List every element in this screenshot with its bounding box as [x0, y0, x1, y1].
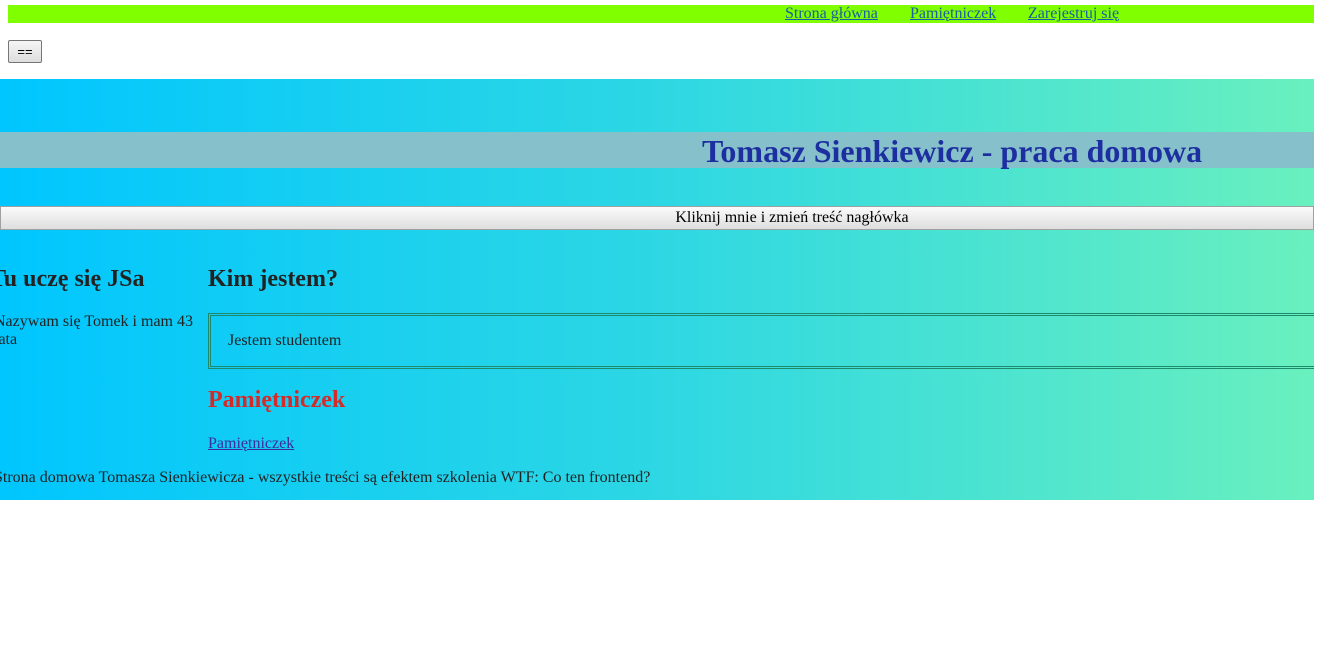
diary-link[interactable]: Pamiętniczek [208, 435, 294, 453]
header-band: Tomasz Sienkiewicz - praca domowa [0, 132, 1314, 169]
diary-heading: Pamiętniczek [208, 387, 346, 413]
nav-link-diary[interactable]: Pamiętniczek [910, 5, 996, 23]
page-title: Tomasz Sienkiewicz - praca domowa [702, 133, 1203, 169]
sidebar-text: Nazywam się Tomek i mam 43 lata [0, 313, 193, 348]
nav-link-home[interactable]: Strona główna [785, 5, 878, 23]
student-text: Jestem studentem [228, 332, 342, 349]
who-am-i-heading: Kim jestem? [208, 266, 338, 292]
student-info-box: Jestem studentem [208, 313, 1314, 369]
main-content-area: Tomasz Sienkiewicz - praca domowa Klikni… [0, 79, 1314, 500]
sidebar-heading: Tu uczę się JSa [0, 266, 145, 292]
menu-toggle-button[interactable]: == [8, 40, 42, 63]
top-navigation-bar: Strona główna Pamiętniczek Zarejestruj s… [8, 5, 1314, 23]
footer-text: Strona domowa Tomasza Sienkiewicza - wsz… [0, 469, 651, 486]
nav-link-register[interactable]: Zarejestruj się [1028, 5, 1119, 23]
change-header-button[interactable]: Kliknij mnie i zmień treść nagłówka [0, 206, 1314, 230]
